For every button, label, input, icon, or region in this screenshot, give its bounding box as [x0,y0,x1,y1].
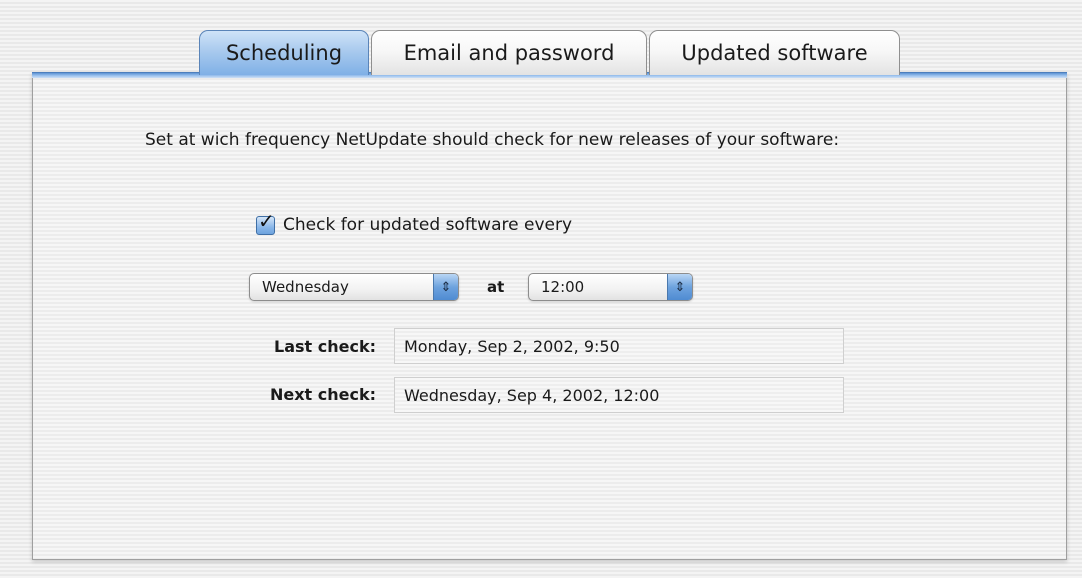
popup-arrows-icon: ⇕ [433,274,458,300]
time-popup-button[interactable]: 12:00 ⇕ [528,273,693,301]
popup-arrows-icon: ⇕ [667,274,692,300]
tab-updated-software-label: Updated software [681,41,868,65]
next-check-value: Wednesday, Sep 4, 2002, 12:00 [404,385,660,405]
tab-email-and-password-label: Email and password [403,41,615,65]
scheduling-description: Set at wich frequency NetUpdate should c… [145,130,840,150]
last-check-field: Monday, Sep 2, 2002, 9:50 [394,328,844,364]
last-check-label: Last check: [274,337,376,356]
tab-scheduling[interactable]: Scheduling [199,30,369,75]
next-check-field: Wednesday, Sep 4, 2002, 12:00 [394,377,844,413]
last-check-value: Monday, Sep 2, 2002, 9:50 [404,336,620,356]
checkmark-icon: ✓ [258,208,275,233]
check-updates-row[interactable]: ✓ Check for updated software every [256,211,572,235]
tab-updated-software[interactable]: Updated software [649,30,900,75]
check-updates-label[interactable]: Check for updated software every [283,215,572,235]
check-updates-checkbox[interactable]: ✓ [256,211,275,235]
tab-email-and-password[interactable]: Email and password [371,30,647,75]
at-label: at [487,278,505,296]
day-popup-value: Wednesday [262,278,349,296]
day-popup-button[interactable]: Wednesday ⇕ [249,273,459,301]
time-popup-value: 12:00 [541,278,585,296]
tab-bar: Scheduling Email and password Updated so… [199,30,902,75]
tab-scheduling-label: Scheduling [225,41,343,65]
next-check-label: Next check: [269,385,376,404]
